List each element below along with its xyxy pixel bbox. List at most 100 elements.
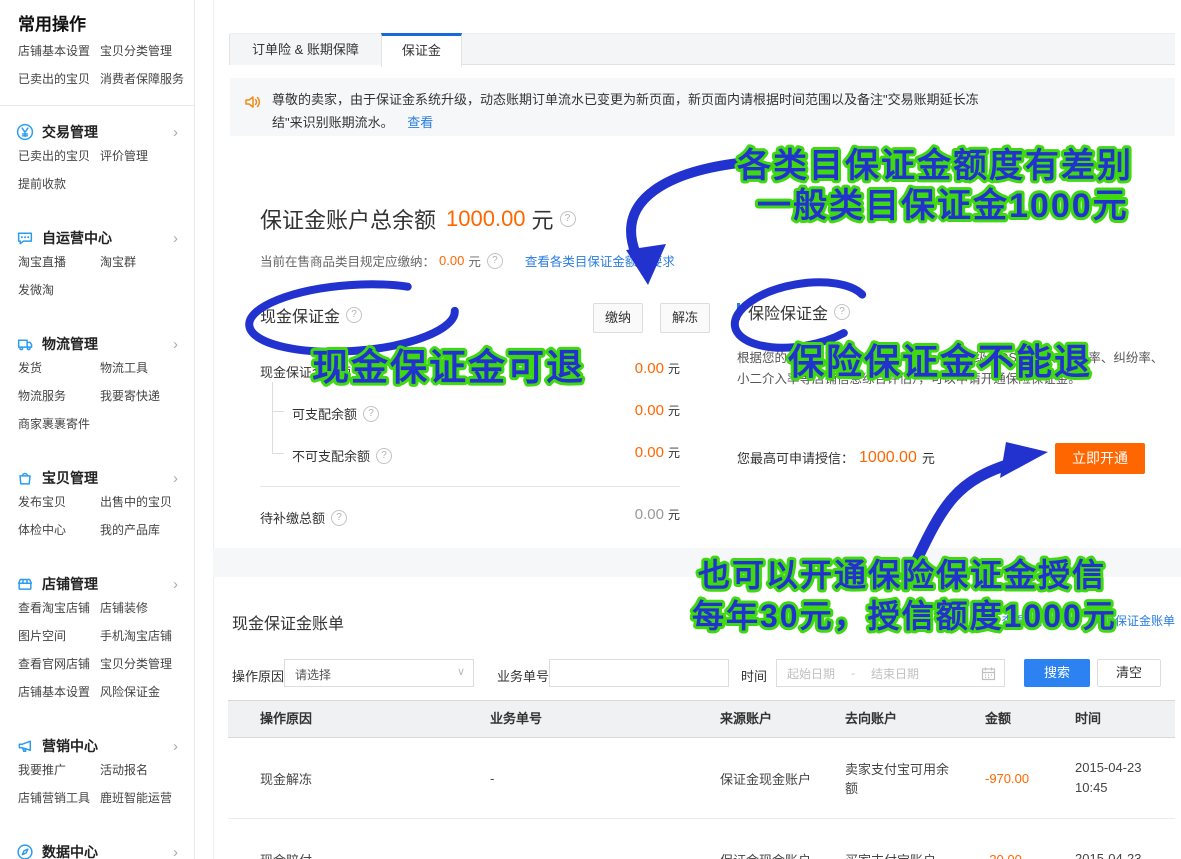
credit-limit-value: 1000.00 [859,449,917,467]
section-separator [213,548,1181,577]
sidebar-link[interactable]: 图片空间 [18,622,100,650]
help-icon[interactable]: ? [487,253,503,269]
sidebar-link[interactable]: 出售中的宝贝 [100,488,194,516]
sidebar-section-logistics[interactable]: 物流管理 › [16,334,184,354]
sidebar-link[interactable]: 已卖出的宝贝 [18,142,100,170]
sidebar-link[interactable]: 体检中心 [18,516,100,544]
sidebar-link[interactable]: 宝贝分类管理 [100,37,194,65]
sidebar-section-items[interactable]: 宝贝管理 › [16,468,184,488]
sidebar: 常用操作 店铺基本设置 宝贝分类管理 已卖出的宝贝 消费者保障服务 交易管理 ›… [0,0,195,859]
tab-deposit[interactable]: 保证金 [381,33,462,67]
sidebar-section-label: 营销中心 [42,736,173,756]
open-now-button[interactable]: 立即开通 [1055,443,1145,474]
sidebar-link[interactable]: 发布宝贝 [18,488,100,516]
help-icon[interactable]: ? [834,304,850,320]
sidebar-link[interactable]: 我要寄快递 [100,382,194,410]
cell-date: 2015-04-23 [1075,758,1175,778]
account-balance-row: 保证金账户总余额 1000.00 元 ? [260,203,576,235]
sidebar-link[interactable]: 我的产品库 [100,516,194,544]
sidebar-link[interactable]: 手机淘宝店铺 [100,622,194,650]
non-disposable-balance-value: 0.00 [635,444,664,461]
arrow-to-category-link [631,162,748,254]
chevron-right-icon: › [173,844,178,859]
chevron-down-icon: ∨ [457,665,465,678]
sidebar-link[interactable]: 物流工具 [100,354,194,382]
sidebar-link[interactable]: 店铺营销工具 [18,784,100,812]
sidebar-link[interactable]: 消费者保障服务 [100,65,194,93]
cash-deposit-header: 现金保证金 ? [260,303,362,327]
bill-section-title: 现金保证金账单 [232,610,344,634]
pay-deposit-button[interactable]: 缴纳 [593,303,643,333]
tab-bar: 订单险 & 账期保障 保证金 [230,33,1175,65]
sidebar-section-label: 数据中心 [42,842,173,859]
unit: 元 [668,404,680,418]
sidebar-link[interactable]: 已卖出的宝贝 [18,65,100,93]
order-number-input[interactable] [549,659,729,687]
category-note-line1: 各类目保证金额度有差别 [737,146,1133,185]
help-icon[interactable]: ? [363,406,379,422]
calendar-icon [981,666,996,681]
sidebar-link[interactable]: 活动报名 [100,756,194,784]
sidebar-link[interactable]: 发货 [18,354,100,382]
cell-date: 2015-04-23 [1075,849,1175,859]
tab-order-insurance[interactable]: 订单险 & 账期保障 [229,34,382,65]
help-icon[interactable]: ? [560,211,576,227]
sidebar-link[interactable]: 鹿班智能运营 [100,784,194,812]
sidebar-link[interactable]: 评价管理 [100,142,194,170]
account-balance-label: 保证金账户总余额 [260,203,436,235]
sidebar-link[interactable]: 淘宝群 [100,248,194,276]
page: 常用操作 店铺基本设置 宝贝分类管理 已卖出的宝贝 消费者保障服务 交易管理 ›… [0,0,1181,859]
cell-from: 保证金现金账户 [688,850,813,859]
sidebar-link[interactable]: 查看官网店铺 [18,650,100,678]
sidebar-section-shop[interactable]: 店铺管理 › [16,574,184,594]
sidebar-link[interactable]: 查看淘宝店铺 [18,594,100,622]
cell-clock: 10:45 [1075,778,1175,798]
pending-payment-label: 待补缴总额 [260,508,325,527]
table-row: 现金赔付 保证金现金账户 买家支付宝账户 -30.00 2015-04-23 [228,819,1175,859]
chevron-right-icon: › [173,576,178,593]
search-button[interactable]: 搜索 [1024,659,1090,687]
help-icon[interactable]: ? [346,307,362,323]
help-icon[interactable]: ? [331,510,347,526]
column-header: 业务单号 [458,701,688,737]
table-row: 现金解冻 - 保证金现金账户 卖家支付宝可用余额 -970.00 2015-04… [228,738,1175,819]
sidebar-section-data[interactable]: 数据中心 › [16,842,184,859]
sidebar-section-trade[interactable]: 交易管理 › [16,122,184,142]
sidebar-section-marketing[interactable]: 营销中心 › [16,736,184,756]
sidebar-link[interactable]: 店铺基本设置 [18,678,100,706]
required-deposit-label: 当前在售商品类目规定应缴纳： [260,251,435,270]
sidebar-section-label: 宝贝管理 [42,468,173,488]
sidebar-link[interactable]: 淘宝直播 [18,248,100,276]
sidebar-link[interactable]: 发微淘 [18,276,100,304]
sidebar-link[interactable]: 提前收款 [18,170,100,198]
notice-view-link[interactable]: 查看 [407,115,433,130]
unfreeze-button[interactable]: 解冻 [660,303,710,333]
sidebar-link[interactable]: 风险保证金 [100,678,194,706]
sidebar-link[interactable]: 我要推广 [18,756,100,784]
section-accent-bar [737,303,740,320]
help-icon[interactable]: ? [376,448,392,464]
chevron-right-icon: › [173,230,178,247]
deduction-destination-link[interactable]: 查看扣款去向 [1002,614,1074,628]
category-requirement-link[interactable]: 查看各类目保证金额度要求 [525,251,675,270]
sidebar-section-selfrun[interactable]: 自运营中心 › [16,228,184,248]
chevron-right-icon: › [173,738,178,755]
sidebar-link[interactable]: 物流服务 [18,382,100,410]
sidebar-link[interactable]: 店铺基本设置 [18,37,100,65]
reason-select[interactable]: 请选择 ∨ [284,659,474,687]
speaker-icon [243,92,263,112]
sidebar-link[interactable]: 宝贝分类管理 [100,650,194,678]
account-balance-value: 1000.00 [446,206,526,232]
credit-limit-row: 您最高可申请授信： 1000.00 元 [737,448,935,467]
time-filter-label: 时间 [741,666,767,685]
insurance-bill-link[interactable]: 保险保证金账单 [1091,614,1175,628]
clear-button[interactable]: 清空 [1097,659,1161,687]
insurance-deposit-header: 保险保证金 ? [748,300,850,324]
date-range-picker[interactable]: 起始日期 - 结束日期 [776,659,1005,687]
column-header: 操作原因 [228,701,458,737]
divider [260,486,680,487]
date-separator: - [851,666,855,680]
sidebar-link[interactable]: 商家裹裹寄件 [18,410,100,438]
column-header: 来源账户 [688,701,813,737]
sidebar-link[interactable]: 店铺装修 [100,594,194,622]
